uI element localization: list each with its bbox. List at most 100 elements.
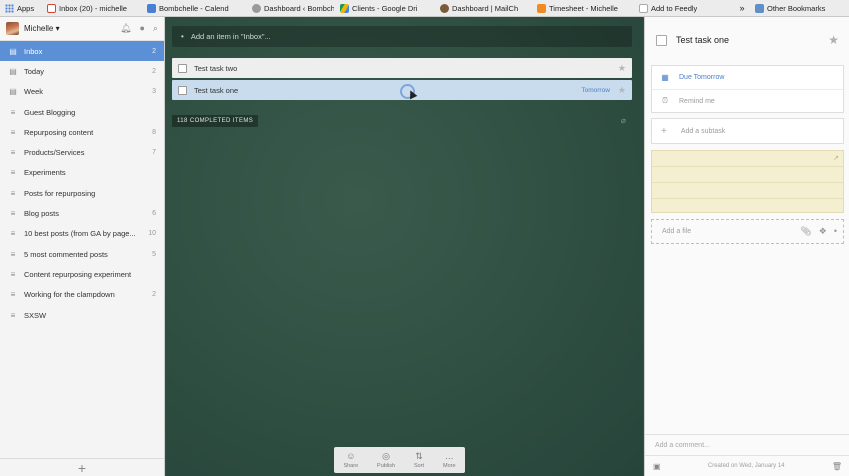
detail-checkbox[interactable] <box>656 34 667 46</box>
calendar-icon <box>147 3 156 13</box>
bookmark-calendar[interactable]: Bombchelle - Calend <box>144 0 249 16</box>
more-button[interactable]: … More <box>443 451 456 469</box>
add-list-button[interactable]: + <box>0 458 164 476</box>
bookmark-timesheet[interactable]: Timesheet - Michelle <box>534 0 636 16</box>
list-icon: ≡ <box>10 209 16 219</box>
bookmark-feedly[interactable]: Add to Feedly <box>636 0 732 16</box>
list-icon: ≡ <box>10 148 16 158</box>
bookmark-mailchimp[interactable]: Dashboard | MailCh <box>437 0 534 16</box>
list-icon: ≡ <box>10 249 16 259</box>
detail-title[interactable]: Test task one <box>676 35 729 45</box>
list-icon: ≡ <box>10 269 16 279</box>
calendar-icon: ▦ <box>661 73 669 82</box>
user-menu[interactable]: Michelle ▾ 🔔︎ ● ⌕ <box>0 17 164 41</box>
microphone-icon[interactable]: • <box>834 226 837 237</box>
add-item-input[interactable]: • Add an item in "Inbox"... <box>172 26 632 47</box>
sidebar-item-week[interactable]: ▤ Week 3 <box>0 82 164 102</box>
task-due-label: Tomorrow <box>581 86 610 94</box>
bookmark-apps[interactable]: Apps <box>0 0 44 16</box>
trash-icon[interactable]: 🗑︎ <box>832 462 842 471</box>
alarm-icon: ⏰︎ <box>661 96 669 105</box>
sidebar: Michelle ▾ 🔔︎ ● ⌕ ▤ Inbox 2 ▤ Today 2 ▤ … <box>0 17 165 476</box>
apps-grid-icon <box>5 3 14 13</box>
add-item-placeholder: Add an item in "Inbox"... <box>190 32 271 41</box>
paperclip-icon[interactable]: 📎︎ <box>800 226 811 237</box>
sidebar-item-blog-posts[interactable]: ≡ Blog posts 6 <box>0 203 164 223</box>
task-checkbox[interactable] <box>178 85 187 95</box>
page-icon <box>639 3 648 13</box>
sidebar-item-guest-blogging[interactable]: ≡ Guest Blogging <box>0 102 164 122</box>
sidebar-item-content-repurposing-experiment[interactable]: ≡ Content repurposing experiment <box>0 264 164 284</box>
file-tools: 📎︎ ❖ • <box>800 226 837 237</box>
week-icon: ▤ <box>9 87 17 97</box>
bell-icon[interactable]: 🔔︎ <box>120 23 131 34</box>
star-icon[interactable]: ★ <box>828 33 839 47</box>
remind-me-button[interactable]: ⏰︎ Remind me <box>652 89 843 112</box>
wordpress-icon <box>252 3 261 13</box>
mouse-cursor-icon <box>400 84 415 99</box>
bookmark-wp-dashboard[interactable]: Dashboard ‹ Bombch <box>249 0 337 16</box>
bookmark-other-folder[interactable]: Other Bookmarks <box>752 0 849 16</box>
task-list-area: • Add an item in "Inbox"... Test task tw… <box>166 17 643 476</box>
dropbox-icon[interactable]: ❖ <box>819 226 827 237</box>
sidebar-item-products-services[interactable]: ≡ Products/Services 7 <box>0 142 164 162</box>
task-detail-panel: Test task one ★ ▦ Due Tomorrow ⏰︎ Remind… <box>644 17 849 476</box>
sidebar-item-experiments[interactable]: ≡ Experiments <box>0 163 164 183</box>
add-subtask-input[interactable]: + Add a subtask <box>651 118 844 144</box>
bookmark-gmail[interactable]: Inbox (20) - michelle <box>44 0 144 16</box>
sidebar-item-sxsw[interactable]: ≡ SXSW <box>0 305 164 325</box>
bookmarks-overflow-button[interactable]: » <box>732 0 752 16</box>
mailchimp-icon <box>440 3 449 13</box>
pin-icon: • <box>181 32 184 41</box>
task-checkbox[interactable] <box>178 63 187 73</box>
sidebar-item-repurposing-content[interactable]: ≡ Repurposing content 8 <box>0 122 164 142</box>
sidebar-item-inbox[interactable]: ▤ Inbox 2 <box>0 41 164 62</box>
folder-icon <box>755 3 764 13</box>
bookmark-google-drive[interactable]: Clients - Google Dri <box>337 0 437 16</box>
task-title: Test task two <box>194 63 238 73</box>
sort-icon: ⇅ <box>415 451 423 461</box>
comment-icon[interactable]: ● <box>140 23 145 34</box>
task-row-test-task-two[interactable]: Test task two ★ <box>172 58 632 78</box>
user-tools: 🔔︎ ● ⌕ <box>120 23 158 34</box>
plus-icon: + <box>77 459 87 476</box>
timesheet-icon <box>537 3 546 13</box>
collapse-panel-icon[interactable]: ▣ <box>653 462 661 471</box>
completed-items-toggle[interactable]: 118 COMPLETED ITEMS <box>172 115 259 127</box>
sidebar-item-today[interactable]: ▤ Today 2 <box>0 61 164 81</box>
list-icon: ≡ <box>10 188 16 198</box>
search-icon[interactable]: ⌕ <box>153 23 158 34</box>
created-date: Created on Wed, January 14 <box>707 463 785 469</box>
publish-icon: ◎ <box>382 451 390 461</box>
star-icon[interactable]: ★ <box>618 85 626 96</box>
comment-input[interactable]: Add a comment... <box>645 434 849 455</box>
publish-button[interactable]: ◎ Publish <box>377 451 395 469</box>
add-file-area[interactable]: Add a file 📎︎ ❖ • <box>651 219 844 244</box>
bottom-toolbar: ☺ Share ◎ Publish ⇅ Sort … More <box>334 447 465 473</box>
share-button[interactable]: ☺ Share <box>343 451 358 469</box>
plus-icon: + <box>661 125 667 137</box>
list-icon: ≡ <box>10 229 16 239</box>
expand-note-icon[interactable]: ↗ <box>833 154 839 162</box>
sidebar-item-working-for-the-clampdown[interactable]: ≡ Working for the clampdown 2 <box>0 285 164 305</box>
sidebar-item-10-best-posts[interactable]: ≡ 10 best posts (from GA by page... 10 <box>0 224 164 244</box>
user-name[interactable]: Michelle ▾ <box>24 24 60 33</box>
note-area[interactable]: ↗ <box>651 150 844 213</box>
sidebar-item-5-most-commented[interactable]: ≡ 5 most commented posts 5 <box>0 244 164 264</box>
gmail-icon <box>47 3 56 13</box>
inbox-icon: ▤ <box>9 46 17 56</box>
star-icon[interactable]: ★ <box>618 63 626 74</box>
avatar <box>6 22 19 35</box>
google-drive-icon <box>340 3 349 13</box>
bookmarks-bar: Apps Inbox (20) - michelle Bombchelle - … <box>0 0 849 17</box>
more-icon: … <box>444 451 454 461</box>
sidebar-item-posts-for-repurposing[interactable]: ≡ Posts for repurposing <box>0 183 164 203</box>
list-nav: ▤ Inbox 2 ▤ Today 2 ▤ Week 3 ≡ Guest Blo… <box>0 41 164 325</box>
detail-header: Test task one ★ <box>645 27 849 53</box>
sort-button[interactable]: ⇅ Sort <box>414 451 424 469</box>
list-icon: ≡ <box>10 310 16 320</box>
due-date-button[interactable]: ▦ Due Tomorrow <box>652 66 843 89</box>
detail-dates-box: ▦ Due Tomorrow ⏰︎ Remind me <box>651 65 844 113</box>
list-icon: ≡ <box>10 127 16 137</box>
eye-hide-icon[interactable]: ⌀ <box>621 116 626 125</box>
